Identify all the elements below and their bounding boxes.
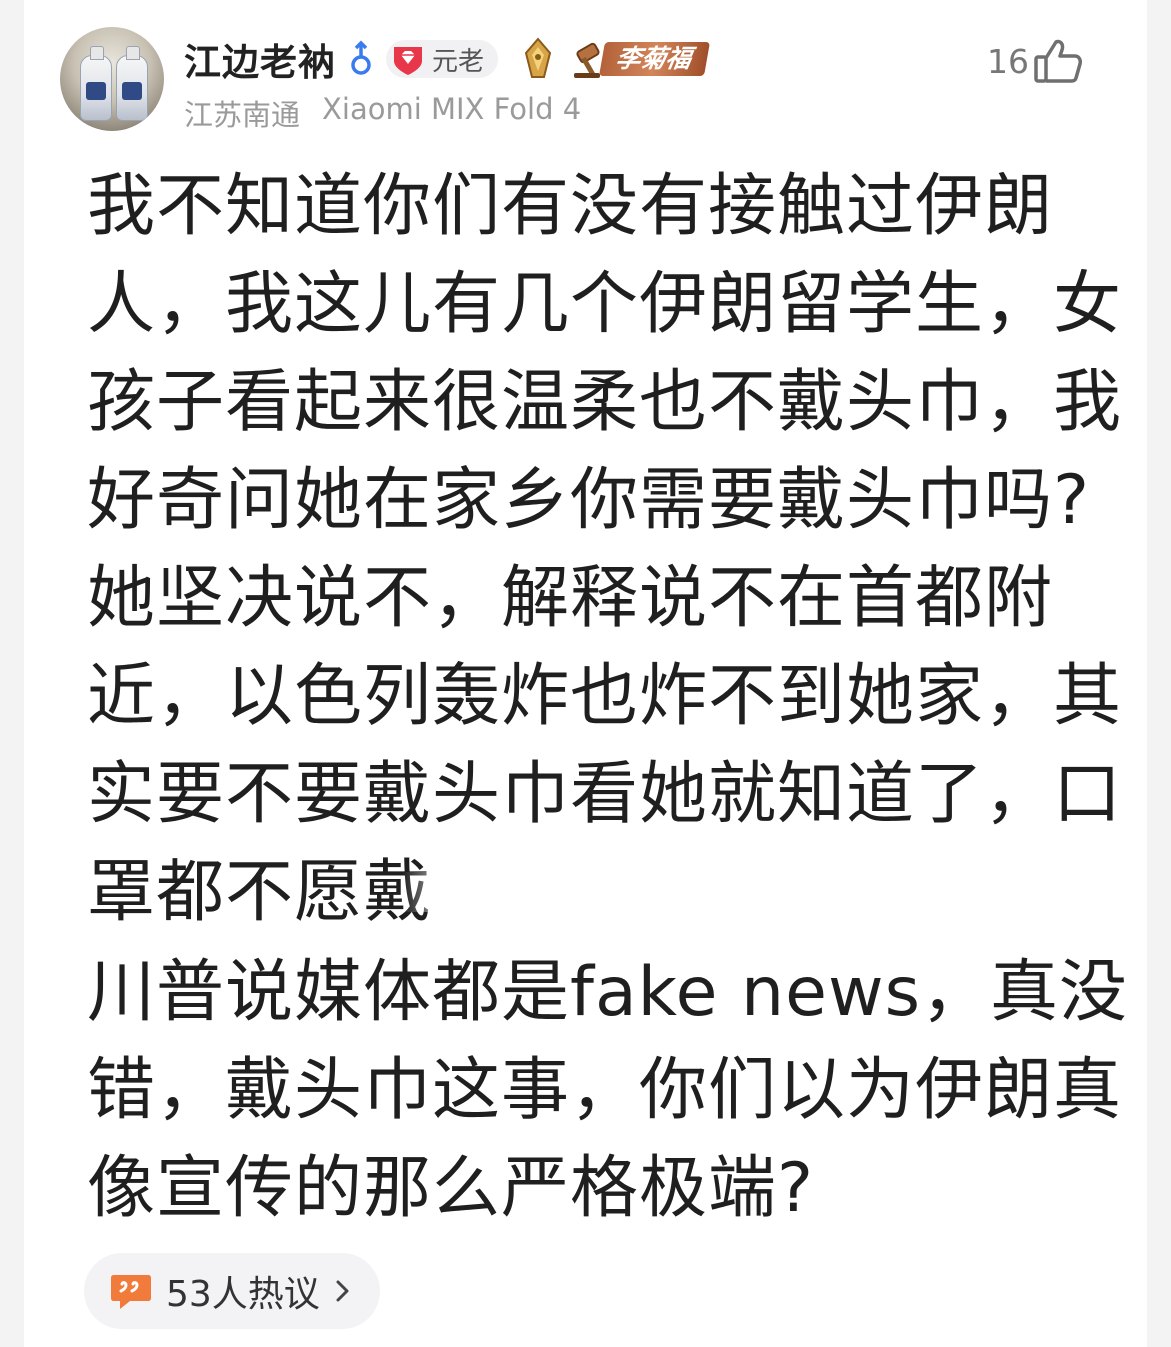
fan-badge-label: 李菊福 — [599, 42, 711, 76]
username[interactable]: 江边老衲 — [184, 32, 336, 86]
level-badge[interactable]: 元老 — [386, 40, 499, 78]
like-count: 16 — [987, 41, 1029, 81]
post-paragraph: 我不知道你们有没有接触过伊朗人，我这儿有几个伊朗留学生，女孩子看起来很温柔也不戴… — [87, 158, 1137, 942]
post-content: 我不知道你们有没有接触过伊朗人，我这儿有几个伊朗留学生，女孩子看起来很温柔也不戴… — [87, 158, 1137, 1238]
fade-overlay — [402, 872, 513, 913]
frame-right — [1147, 0, 1171, 1347]
post-card: 江边老衲 元老 李菊福 江苏南通 Xiaomi MIX Fold 4 16 我不… — [24, 0, 1147, 1347]
chevron-right-icon — [334, 1276, 352, 1306]
gem-icon — [390, 41, 426, 77]
like-button[interactable]: 16 — [987, 38, 1083, 84]
post-paragraph: 川普说媒体都是fake news，真没错，戴头巾这事，你们以为伊朗真像宣传的那么… — [87, 953, 1128, 1228]
avatar-bottle — [80, 46, 112, 121]
avatar[interactable] — [60, 27, 164, 131]
device: Xiaomi MIX Fold 4 — [322, 92, 582, 126]
avatar-bottle — [116, 46, 148, 121]
level-label: 元老 — [432, 46, 485, 77]
user-line: 江边老衲 元老 李菊福 — [184, 32, 711, 86]
post-paragraph-text: 我不知道你们有没有接触过伊朗人，我这儿有几个伊朗留学生，女孩子看起来很温柔也不戴… — [87, 167, 1123, 932]
frame-left — [0, 0, 24, 1347]
male-icon — [348, 39, 374, 79]
thumbs-up-icon[interactable] — [1033, 38, 1083, 84]
pen-medal-icon — [520, 37, 556, 81]
fan-badge[interactable]: 李菊福 — [572, 39, 711, 79]
meta-line: 江苏南通 Xiaomi MIX Fold 4 — [184, 92, 581, 134]
discussion-label: 53人热议 — [166, 1274, 320, 1315]
location: 江苏南通 — [184, 98, 301, 132]
comment-icon — [110, 1271, 152, 1311]
discussion-button[interactable]: 53人热议 — [84, 1253, 380, 1329]
